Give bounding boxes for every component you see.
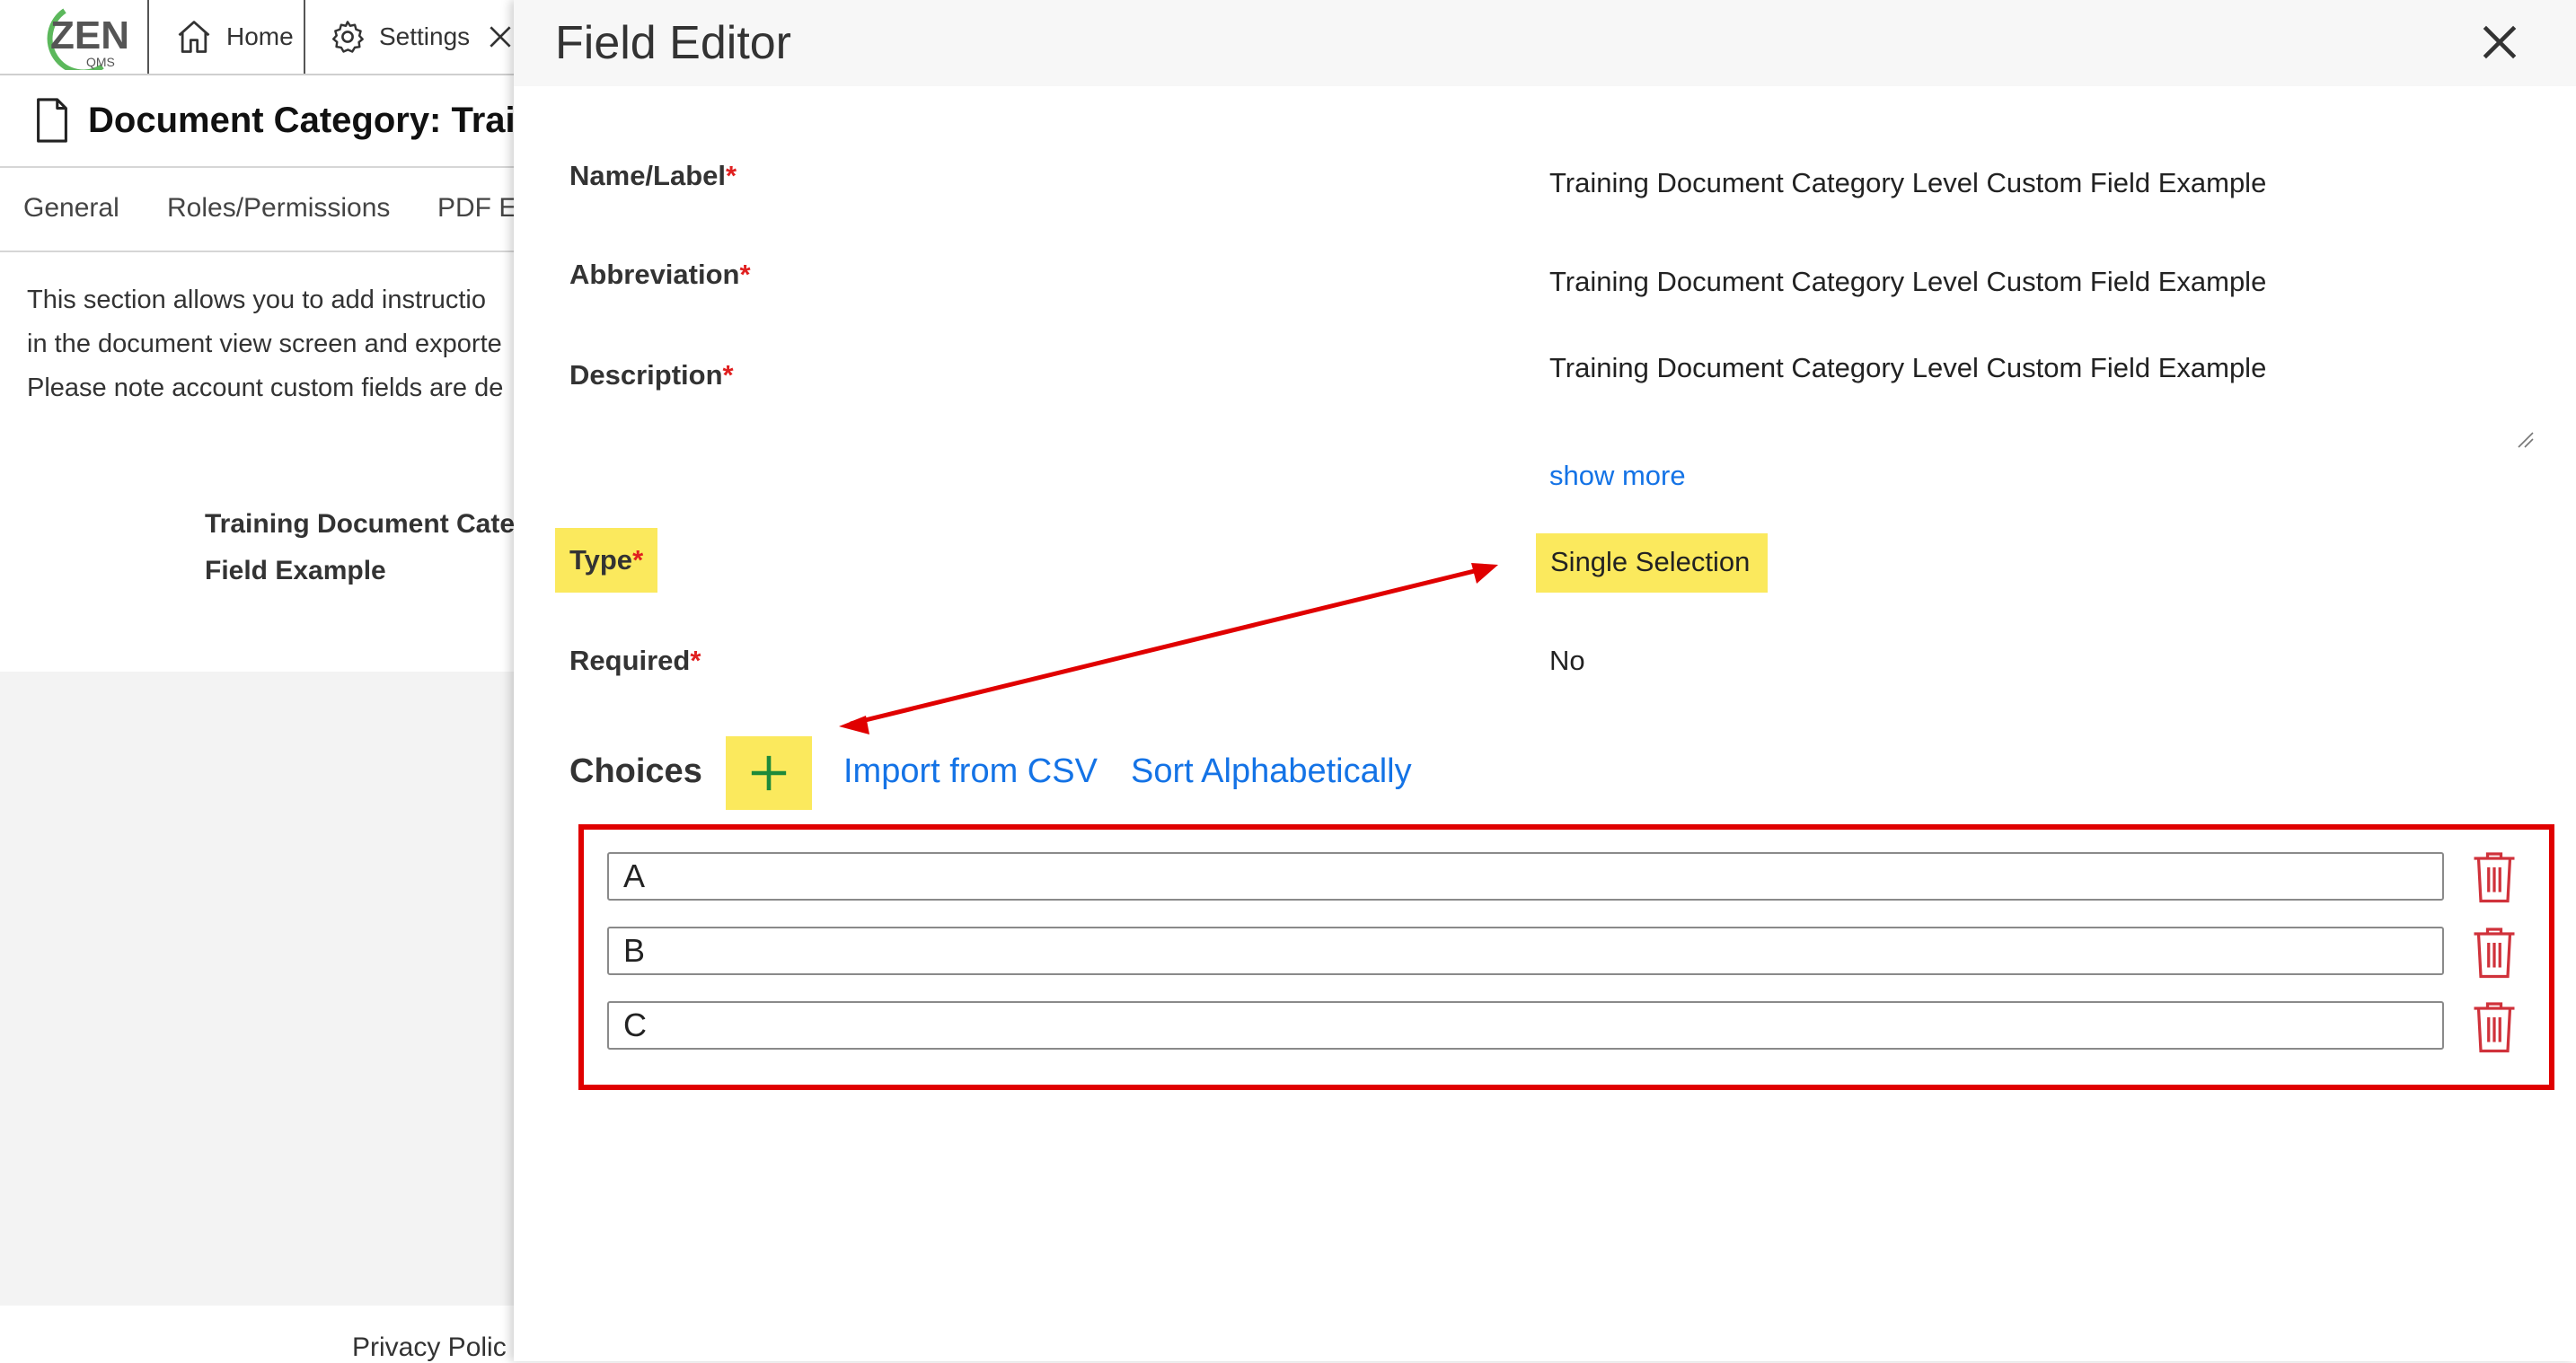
field-editor-panel: Field Editor Name/Label* Training Docume… [514, 0, 2576, 1361]
logo-text: ZEN [50, 13, 129, 57]
nav-separator [147, 0, 149, 74]
add-choice-button[interactable] [726, 736, 812, 810]
import-csv-link[interactable]: Import from CSV [843, 752, 1098, 791]
type-field-label: Type* [555, 528, 658, 593]
nav-separator [304, 0, 305, 74]
choices-label: Choices [569, 752, 702, 790]
trash-icon[interactable] [2472, 849, 2517, 903]
resize-handle-icon[interactable] [2515, 429, 2535, 449]
custom-field-line: Training Document Categ [205, 509, 532, 539]
tab-general[interactable]: General [23, 193, 119, 224]
nav-settings-label: Settings [379, 22, 471, 50]
close-icon[interactable] [2477, 20, 2522, 65]
type-value[interactable]: Single Selection [1536, 533, 1769, 593]
choice-input[interactable] [607, 927, 2444, 975]
nav-home-label: Home [226, 22, 294, 50]
name-label-field-label: Name/Label* [569, 160, 737, 192]
required-field-label: Required* [569, 645, 701, 677]
gear-icon [332, 21, 364, 53]
document-icon [37, 98, 67, 143]
panel-title: Field Editor [555, 17, 791, 69]
tab-roles-permissions[interactable]: Roles/Permissions [167, 193, 390, 224]
logo-subtext: QMS [86, 55, 115, 69]
annotation-arrow [839, 563, 1498, 734]
nav-tab-settings[interactable]: Settings [329, 0, 515, 74]
abbreviation-label-text: Abbreviation [569, 259, 740, 290]
required-marker: * [632, 544, 644, 576]
description-field-label: Description* [569, 359, 734, 391]
tab-pdf-export[interactable]: PDF E [437, 193, 516, 224]
required-marker: * [726, 160, 737, 191]
panel-header: Field Editor [514, 0, 2576, 86]
type-label-text: Type [569, 544, 633, 576]
required-label-text: Required [569, 645, 691, 676]
zen-qms-logo[interactable]: ZEN QMS [20, 4, 146, 70]
trash-icon[interactable] [2472, 999, 2517, 1053]
name-label-text: Name/Label [569, 160, 727, 191]
trash-icon[interactable] [2472, 925, 2517, 979]
abbreviation-value[interactable]: Training Document Category Level Custom … [1549, 266, 2266, 298]
page-title: Document Category: Traini [88, 100, 548, 140]
required-value[interactable]: No [1549, 645, 1585, 677]
description-label-text: Description [569, 359, 723, 391]
abbreviation-field-label: Abbreviation* [569, 259, 751, 291]
show-more-link[interactable]: show more [1549, 460, 1686, 492]
required-marker: * [690, 645, 701, 676]
close-icon[interactable] [486, 22, 515, 51]
custom-field-line: Field Example [205, 556, 386, 585]
name-label-value[interactable]: Training Document Category Level Custom … [1549, 167, 2266, 199]
description-value[interactable]: Training Document Category Level Custom … [1549, 352, 2266, 384]
sort-alphabetically-link[interactable]: Sort Alphabetically [1131, 752, 1412, 791]
required-marker: * [722, 359, 734, 391]
choice-input[interactable] [607, 1001, 2444, 1050]
home-icon [178, 21, 210, 53]
plus-icon [751, 755, 787, 791]
custom-field-entry[interactable]: Training Document Categ Field Example [205, 501, 531, 594]
choice-input[interactable] [607, 852, 2444, 901]
required-marker: * [739, 259, 751, 290]
footer-privacy-link[interactable]: Privacy Polic [352, 1332, 507, 1363]
nav-tab-home[interactable]: Home [174, 0, 294, 74]
